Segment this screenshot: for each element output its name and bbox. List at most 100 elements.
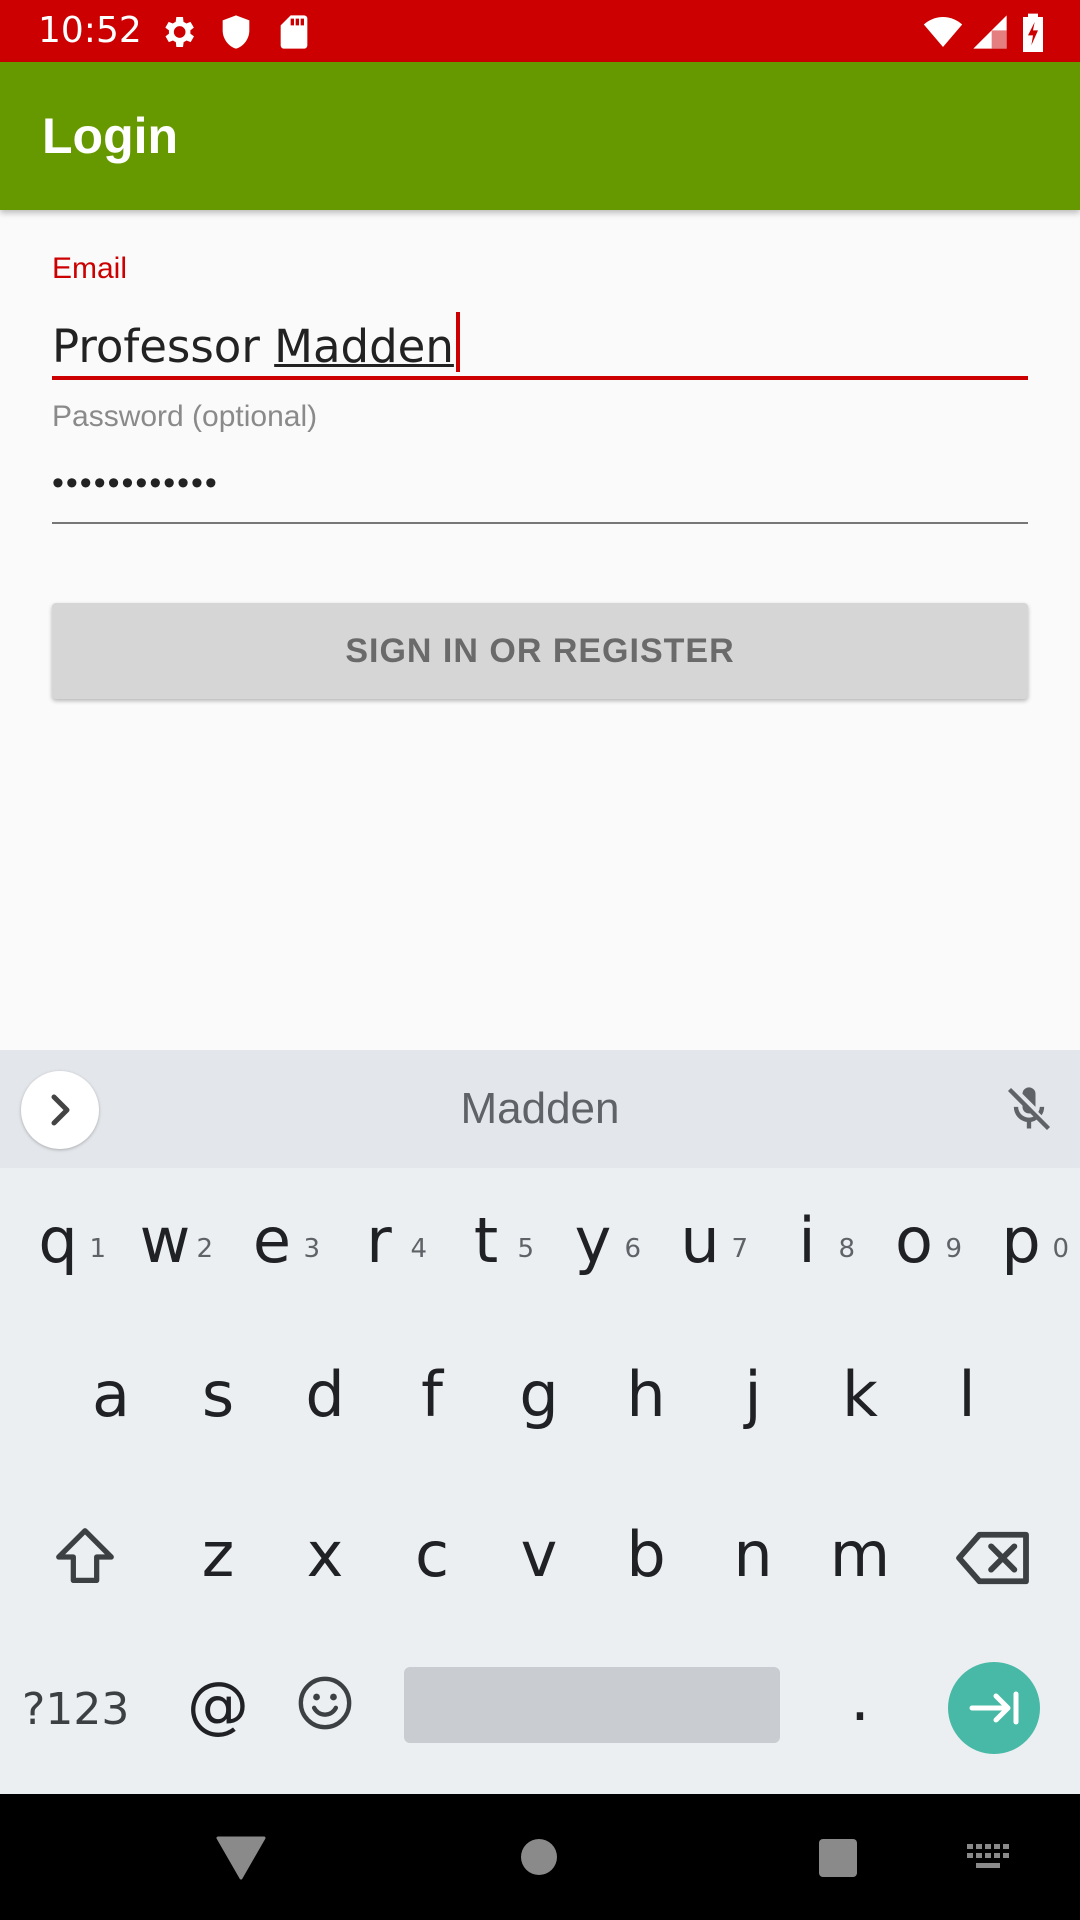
next-field-button[interactable] [948,1662,1040,1754]
key-p[interactable]: p0 [971,1186,1071,1296]
chevron-right-icon [51,1094,70,1126]
key-z[interactable]: z [168,1500,268,1610]
key-x[interactable]: x [275,1500,375,1610]
battery-charging-icon [1023,13,1043,52]
key-label: c [414,1518,450,1591]
gear-icon [165,17,194,47]
key-at[interactable]: @ [168,1650,268,1760]
email-label: Email [52,252,128,285]
key-h[interactable]: h [596,1340,696,1450]
key-n[interactable]: n [703,1500,803,1610]
key-hint: 4 [410,1234,427,1264]
key-y[interactable]: y6 [543,1186,643,1296]
arrow-to-end-icon [969,1691,1019,1725]
key-j[interactable]: j [703,1340,803,1450]
password-underline [52,522,1028,524]
email-underline [52,376,1028,380]
key-hint: 8 [838,1234,855,1264]
key-label: d [305,1358,345,1431]
key-label: f [421,1358,443,1431]
wifi-icon [923,17,963,47]
symbols-key[interactable]: ?123 [22,1670,152,1750]
key-label: x [306,1518,344,1591]
email-field[interactable]: Professor Madden [52,312,460,373]
shield-icon [222,15,250,49]
key-label: p [1001,1204,1041,1277]
key-i[interactable]: i8 [757,1186,857,1296]
home-circle-icon[interactable] [520,1838,558,1876]
key-label: u [680,1204,720,1277]
key-w[interactable]: w2 [115,1186,215,1296]
suggestion-word[interactable]: Madden [0,1050,1080,1168]
key-label: z [201,1518,235,1591]
key-label: i [798,1204,816,1277]
key-label: s [201,1358,235,1431]
key-hint: 6 [624,1234,641,1264]
key-s[interactable]: s [168,1340,268,1450]
key-r[interactable]: r4 [329,1186,429,1296]
key-label: y [574,1204,612,1277]
key-label: o [895,1204,933,1277]
key-hint: 3 [303,1234,320,1264]
mic-off-icon[interactable] [1003,1083,1055,1135]
key-c[interactable]: c [382,1500,482,1610]
key-hint: 2 [196,1234,213,1264]
status-bar: 10:52 [0,0,1080,62]
email-value-composing: Madden [274,320,454,373]
key-label: n [733,1518,773,1591]
text-cursor [455,312,460,372]
key-label: w [139,1204,191,1277]
key-label: q [38,1204,78,1277]
recents-square-icon[interactable] [818,1838,858,1878]
key-l[interactable]: l [917,1340,1017,1450]
key-label: a [92,1358,130,1431]
key-b[interactable]: b [596,1500,696,1610]
key-label: v [520,1518,558,1591]
keyboard: Madden q1w2e3r4t5y6u7i8o9p0 asdfghjkl zx… [0,1050,1080,1794]
key-o[interactable]: o9 [864,1186,964,1296]
key-g[interactable]: g [489,1340,589,1450]
key-label: l [958,1358,976,1431]
status-time: 10:52 [38,10,142,51]
key-hint: 1 [89,1234,106,1264]
space-bar[interactable] [404,1667,780,1743]
password-field[interactable]: •••••••••••• [52,464,219,503]
sd-card-icon [280,15,308,49]
key-f[interactable]: f [382,1340,482,1450]
key-label: r [366,1204,392,1277]
signal-icon [973,15,1007,49]
key-k[interactable]: k [810,1340,910,1450]
page-title: Login [42,108,179,164]
key-u[interactable]: u7 [650,1186,750,1296]
suggestion-strip: Madden [0,1050,1080,1168]
key-a[interactable]: a [61,1340,161,1450]
key-q[interactable]: q1 [8,1186,108,1296]
key-e[interactable]: e3 [222,1186,322,1296]
expand-toolbar-button[interactable] [21,1071,99,1149]
key-label: h [626,1358,666,1431]
keyboard-switch-icon[interactable] [966,1842,1012,1872]
key-t[interactable]: t5 [436,1186,536,1296]
key-label: k [842,1358,878,1431]
key-hint: 9 [945,1234,962,1264]
password-label: Password (optional) [52,400,318,433]
key-v[interactable]: v [489,1500,589,1610]
key-label: m [829,1518,891,1591]
key-m[interactable]: m [810,1500,910,1610]
key-label: t [473,1204,499,1277]
key-label: g [519,1358,559,1431]
back-triangle-icon[interactable] [216,1836,266,1880]
email-value-prefix: Professor [52,320,275,373]
key-d[interactable]: d [275,1340,375,1450]
key-label: b [626,1518,666,1591]
key-label: j [744,1358,762,1431]
key-period[interactable]: . [810,1644,910,1754]
app-bar: Login [0,62,1080,210]
emoji-icon[interactable] [296,1674,354,1732]
backspace-icon[interactable] [956,1526,1032,1590]
navigation-bar [0,1794,1080,1920]
key-hint: 0 [1052,1234,1069,1264]
key-label: e [252,1204,292,1277]
sign-in-or-register-button[interactable]: SIGN IN OR REGISTER [52,603,1028,699]
shift-icon[interactable] [50,1522,120,1592]
